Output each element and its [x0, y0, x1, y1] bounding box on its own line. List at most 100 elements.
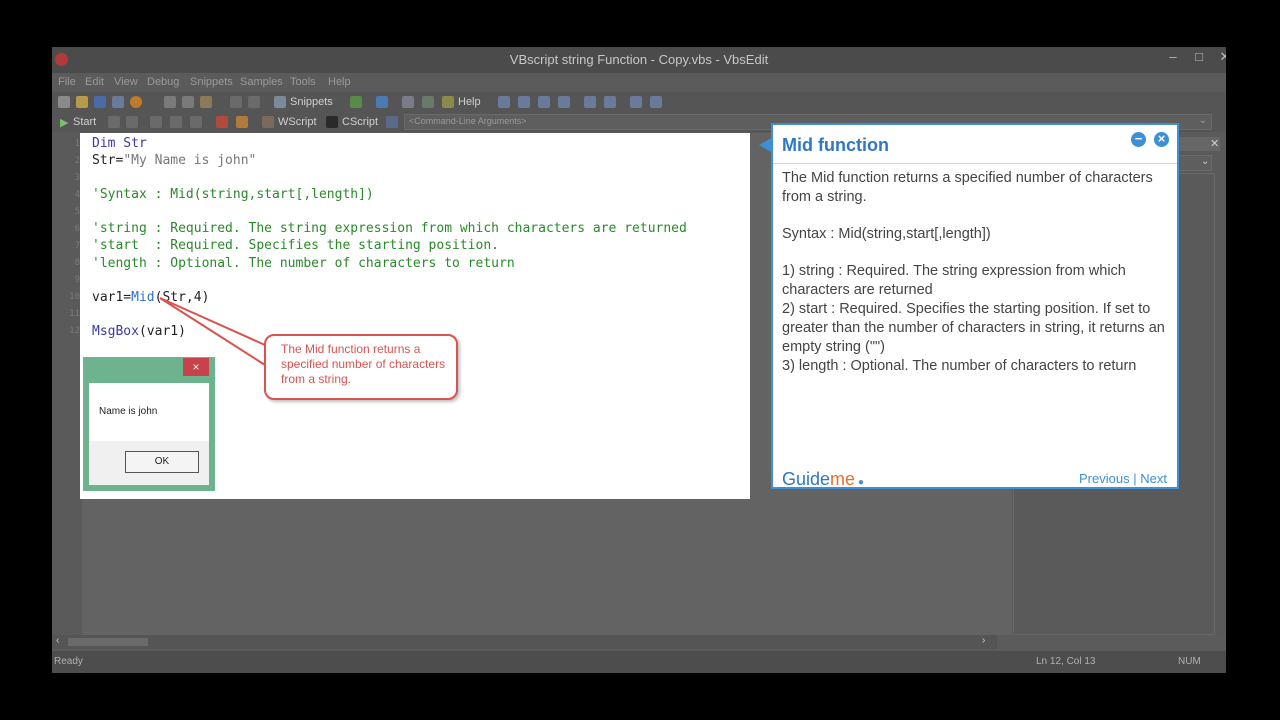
- command-line-arguments-placeholder: <Command-Line Arguments>: [409, 116, 527, 126]
- clear-breakpoints-icon[interactable]: [236, 116, 248, 128]
- next-bookmark-icon[interactable]: [558, 96, 570, 108]
- toggle-icon[interactable]: [376, 96, 388, 108]
- menu-view[interactable]: View: [114, 76, 138, 88]
- horizontal-scrollbar[interactable]: ‹ ›: [52, 635, 997, 649]
- guide-paragraph: 3) length : Optional. The number of char…: [782, 358, 1137, 374]
- guide-panel: Mid function − × The Mid function return…: [771, 123, 1179, 489]
- code-text: Str=: [92, 153, 124, 168]
- snippets-icon[interactable]: [274, 96, 286, 108]
- code-string: "My Name is john": [123, 153, 257, 168]
- pause-icon[interactable]: [108, 116, 120, 128]
- wscript-button[interactable]: WScript: [278, 116, 317, 128]
- save-icon[interactable]: [94, 96, 106, 108]
- logo-guide: Guide: [782, 469, 831, 489]
- guide-pointer-icon: [759, 137, 773, 153]
- menu-tools[interactable]: Tools: [290, 76, 316, 88]
- menu-help[interactable]: Help: [328, 76, 351, 88]
- chevron-down-icon[interactable]: ⌄: [1199, 115, 1207, 126]
- guide-close-icon[interactable]: ×: [1154, 132, 1169, 147]
- line-number: 10: [69, 292, 80, 302]
- close-icon[interactable]: ✕: [1212, 49, 1226, 65]
- panel-chevron-down-icon[interactable]: ⌄: [1201, 156, 1209, 167]
- menu-debug[interactable]: Debug: [147, 76, 179, 88]
- scroll-right-icon[interactable]: ›: [982, 635, 985, 646]
- cscript-button[interactable]: CScript: [342, 116, 378, 128]
- previous-link[interactable]: Previous: [1079, 471, 1130, 486]
- start-button[interactable]: Start: [73, 116, 96, 128]
- cscript-icon[interactable]: [326, 116, 338, 128]
- code-line-2: Str="My Name is john": [92, 153, 256, 168]
- msgbox-body: Name is john OK: [89, 383, 209, 485]
- ok-button[interactable]: OK: [125, 451, 199, 473]
- scrollbar-thumb[interactable]: [68, 638, 148, 646]
- cursor-position: Ln 12, Col 13: [1036, 656, 1096, 667]
- wscript-icon[interactable]: [262, 116, 274, 128]
- add-snippet-icon[interactable]: [350, 96, 362, 108]
- open-folder-icon[interactable]: [76, 96, 88, 108]
- line-number: 12: [69, 326, 80, 336]
- stop-run-icon[interactable]: [126, 116, 138, 128]
- find-icon[interactable]: [402, 96, 414, 108]
- snippets-button[interactable]: Snippets: [290, 96, 333, 108]
- maximize-icon[interactable]: □: [1186, 49, 1212, 64]
- format-icon[interactable]: [630, 96, 642, 108]
- line-number: 11: [69, 309, 80, 319]
- menu-edit[interactable]: Edit: [85, 76, 104, 88]
- comment-icon[interactable]: [498, 96, 510, 108]
- new-file-icon[interactable]: [58, 96, 70, 108]
- paste-icon[interactable]: [200, 96, 212, 108]
- scroll-left-icon[interactable]: ‹: [56, 635, 59, 646]
- guide-paragraph: Syntax : Mid(string,start[,length]): [782, 226, 991, 242]
- step-over-icon[interactable]: [170, 116, 182, 128]
- guideme-logo: Guideme ●: [782, 469, 864, 490]
- wrap-icon[interactable]: [650, 96, 662, 108]
- breakpoint-icon[interactable]: [216, 116, 228, 128]
- code-line-7: 'start : Required. Specifies the startin…: [92, 238, 499, 253]
- step-out-icon[interactable]: [190, 116, 202, 128]
- code-text: Dim Str: [92, 136, 147, 151]
- step-into-icon[interactable]: [150, 116, 162, 128]
- copy-icon[interactable]: [182, 96, 194, 108]
- logo-dot-icon: ●: [855, 477, 864, 488]
- indent-icon[interactable]: [584, 96, 596, 108]
- guide-nav: Previous | Next: [1079, 471, 1167, 486]
- next-link[interactable]: Next: [1140, 471, 1167, 486]
- minimize-icon[interactable]: –: [1160, 49, 1186, 64]
- cut-icon[interactable]: [164, 96, 176, 108]
- main-toolbar: Snippets Help: [52, 92, 1226, 112]
- panel-close-icon[interactable]: ✕: [1210, 137, 1219, 150]
- title-bar: VBscript string Function - Copy.vbs - Vb…: [52, 47, 1226, 73]
- code-function: MsgBox: [92, 324, 139, 339]
- line-number: 2: [74, 156, 80, 166]
- menu-samples[interactable]: Samples: [240, 76, 283, 88]
- code-line-1: Dim Str: [92, 136, 147, 151]
- menu-snippets[interactable]: Snippets: [190, 76, 233, 88]
- code-line-4: 'Syntax : Mid(string,start[,length]): [92, 187, 374, 202]
- play-icon[interactable]: ▶: [60, 116, 68, 129]
- help-button[interactable]: Help: [458, 96, 481, 108]
- code-line-6: 'string : Required. The string expressio…: [92, 221, 687, 236]
- bookmark-icon[interactable]: [538, 96, 550, 108]
- guide-pointer-shape: [759, 137, 773, 153]
- menu-file[interactable]: File: [58, 76, 76, 88]
- settings-icon[interactable]: [422, 96, 434, 108]
- help-icon[interactable]: [442, 96, 454, 108]
- line-number: 6: [74, 224, 80, 234]
- guide-minimize-icon[interactable]: −: [1131, 132, 1146, 147]
- code-text: var1=: [92, 290, 132, 305]
- redo-icon[interactable]: [248, 96, 260, 108]
- guide-paragraph: 1) string : Required. The string express…: [782, 263, 1126, 298]
- guide-body: The Mid function returns a specified num…: [782, 169, 1166, 376]
- guide-paragraph: 2) start : Required. Specifies the start…: [782, 301, 1165, 355]
- stop-icon[interactable]: [130, 96, 142, 108]
- status-text: Ready: [54, 656, 83, 667]
- uncomment-icon[interactable]: [518, 96, 530, 108]
- numlock-indicator: NUM: [1178, 656, 1201, 667]
- line-number: 3: [74, 173, 80, 183]
- undo-icon[interactable]: [230, 96, 242, 108]
- outdent-icon[interactable]: [604, 96, 616, 108]
- save-all-icon[interactable]: [112, 96, 124, 108]
- logo-me: me: [830, 469, 856, 489]
